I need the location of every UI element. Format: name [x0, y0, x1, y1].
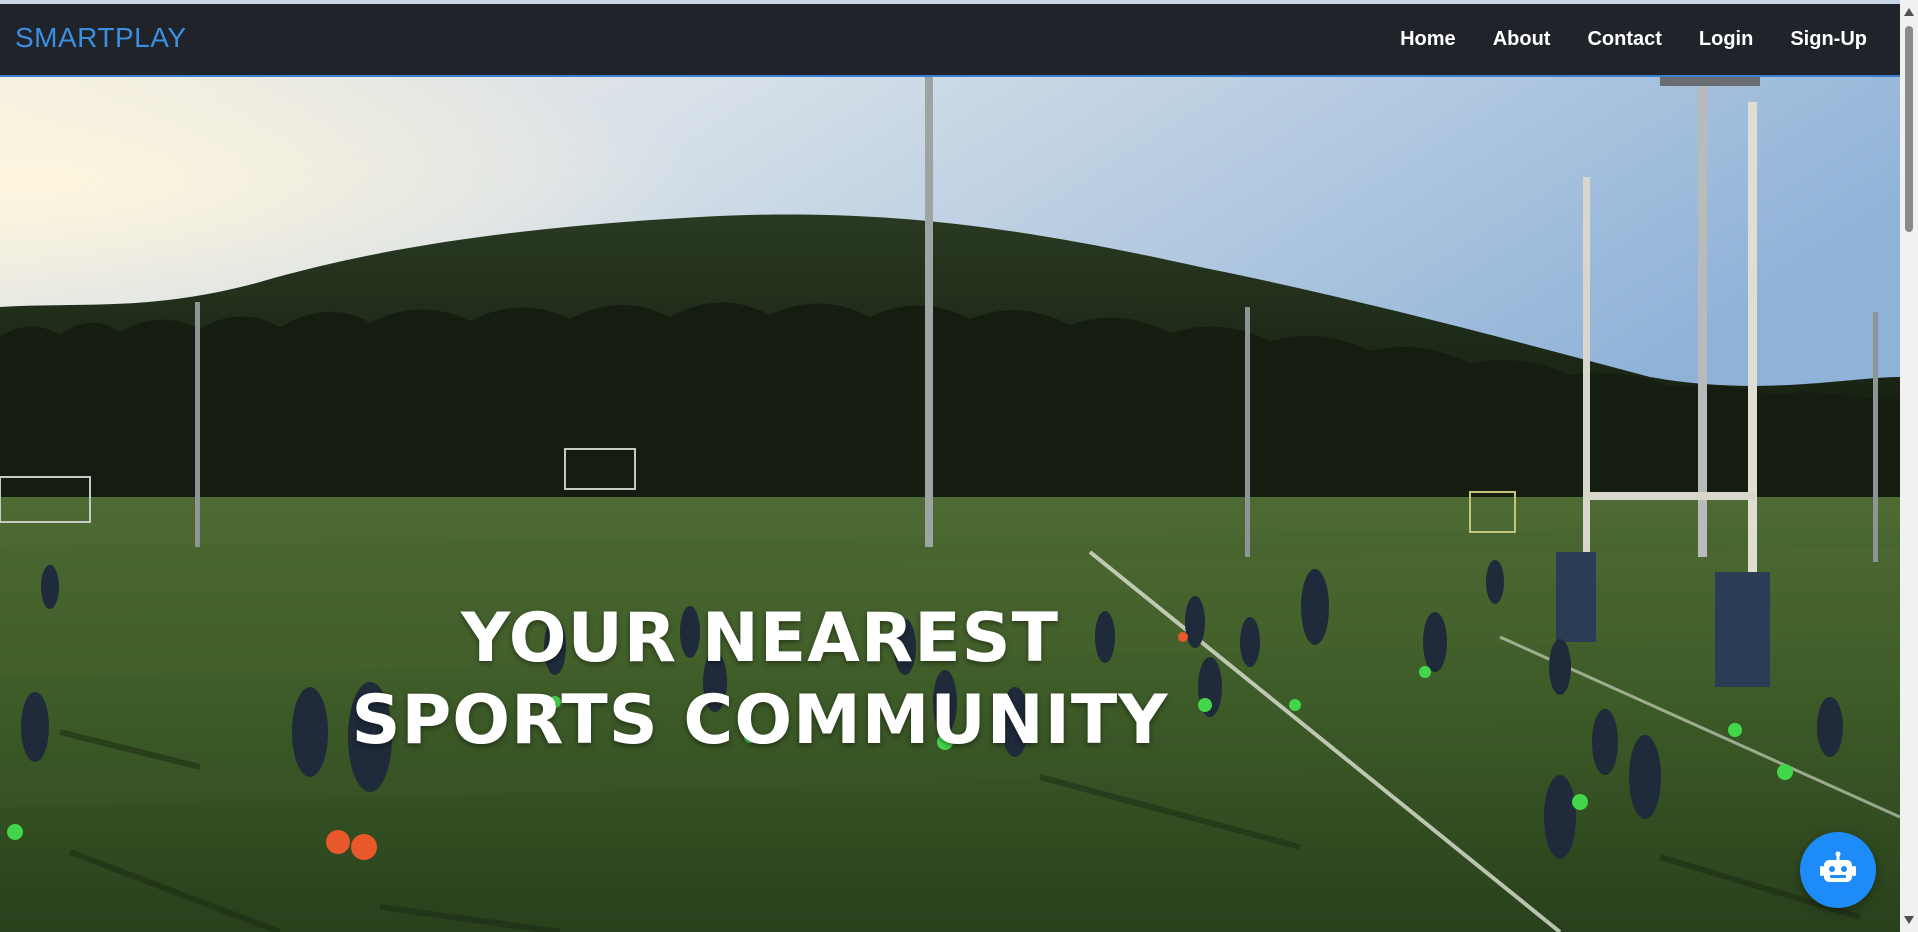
brand-logo[interactable]: SMARTPLAY: [15, 22, 187, 54]
navbar: SMARTPLAY Home About Contact Login Sign-…: [0, 4, 1900, 77]
robot-icon: [1820, 851, 1856, 882]
nav-links: Home About Contact Login Sign-Up: [1400, 28, 1867, 51]
scroll-down-arrow-icon[interactable]: [1904, 916, 1914, 924]
chatbot-button[interactable]: [1800, 832, 1876, 908]
page: SMARTPLAY Home About Contact Login Sign-…: [0, 0, 1918, 932]
nav-home[interactable]: Home: [1400, 28, 1456, 51]
nav-login[interactable]: Login: [1699, 28, 1753, 51]
nav-contact[interactable]: Contact: [1587, 28, 1661, 51]
scroll-up-arrow-icon[interactable]: [1904, 8, 1914, 16]
hero-section: YOUR NEAREST SPORTS COMMUNITY: [0, 77, 1900, 932]
nav-about[interactable]: About: [1493, 28, 1551, 51]
scroll-thumb[interactable]: [1905, 26, 1913, 232]
nav-signup[interactable]: Sign-Up: [1790, 28, 1867, 51]
hero-title: YOUR NEAREST SPORTS COMMUNITY: [300, 598, 1220, 762]
hero-background-image: [0, 77, 1900, 932]
hero-title-line-1: YOUR NEAREST: [460, 598, 1060, 678]
hero-title-line-2: SPORTS COMMUNITY: [351, 680, 1169, 760]
scrollbar[interactable]: [1900, 0, 1918, 932]
